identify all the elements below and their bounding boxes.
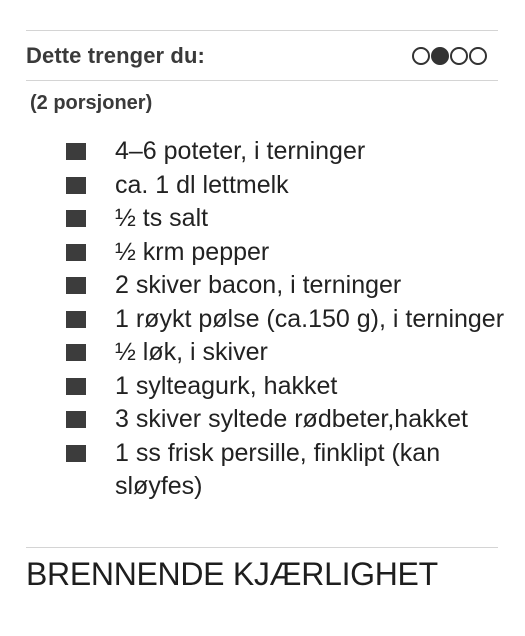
ingredient-text: ½ ts salt — [115, 204, 209, 232]
ingredient-item: ca. 1 dl lettmelk — [66, 169, 506, 203]
difficulty-indicator — [412, 46, 487, 65]
ingredient-item: 1 sylteagurk, hakket — [66, 370, 506, 404]
ingredient-item: 1 ss frisk persille, finklipt (kan sløyf… — [66, 437, 506, 504]
square-bullet-icon — [66, 310, 86, 328]
difficulty-dot-icon — [412, 46, 430, 65]
servings-label: (2 porsjoner) — [30, 92, 153, 114]
ingredient-text: ½ krm pepper — [115, 237, 270, 266]
ingredient-text: 3 skiver syltede rødbeter,hakket — [115, 405, 468, 433]
square-bullet-icon — [66, 243, 86, 261]
section-title: Dette trenger du: — [26, 42, 205, 68]
difficulty-dot-icon — [450, 46, 468, 65]
square-bullet-icon — [66, 277, 86, 294]
recipe-title: BRENNENDE KJÆRLIGHET — [26, 556, 438, 592]
ingredient-text: 1 sylteagurk, hakket — [115, 371, 338, 400]
square-bullet-icon — [66, 444, 86, 462]
ingredient-text: 1 røykt pølse (ca.150 g), i terninger — [115, 304, 505, 333]
ingredient-text: 4–6 poteter, i terninger — [115, 137, 366, 165]
square-bullet-icon — [66, 344, 86, 361]
ingredient-item: 1 røykt pølse (ca.150 g), i terninger — [66, 303, 506, 337]
ingredient-item: 3 skiver syltede rødbeter,hakket — [66, 403, 506, 437]
header-divider — [26, 80, 498, 81]
ingredient-item: 2 skiver bacon, i terninger — [66, 269, 506, 303]
difficulty-dot-icon — [431, 46, 449, 65]
ingredient-text: 1 ss frisk persille, finklipt (kan sløyf… — [115, 438, 441, 501]
square-bullet-icon — [66, 210, 86, 227]
square-bullet-icon — [66, 411, 86, 428]
square-bullet-icon — [66, 143, 86, 160]
square-bullet-icon — [66, 377, 86, 395]
ingredient-text: ½ løk, i skiver — [115, 338, 268, 366]
ingredient-item: ½ løk, i skiver — [66, 336, 506, 370]
ingredients-header: Dette trenger du: — [26, 31, 498, 80]
ingredient-text: 2 skiver bacon, i terninger — [115, 271, 402, 299]
ingredient-text: ca. 1 dl lettmelk — [115, 170, 289, 199]
difficulty-dot-icon — [469, 46, 487, 65]
ingredient-list: 4–6 poteter, i terninger ca. 1 dl lettme… — [66, 135, 506, 504]
ingredient-item: ½ ts salt — [66, 202, 506, 236]
ingredient-item: ½ krm pepper — [66, 236, 506, 270]
ingredient-item: 4–6 poteter, i terninger — [66, 135, 506, 169]
footer-divider — [26, 547, 498, 548]
square-bullet-icon — [66, 176, 86, 194]
